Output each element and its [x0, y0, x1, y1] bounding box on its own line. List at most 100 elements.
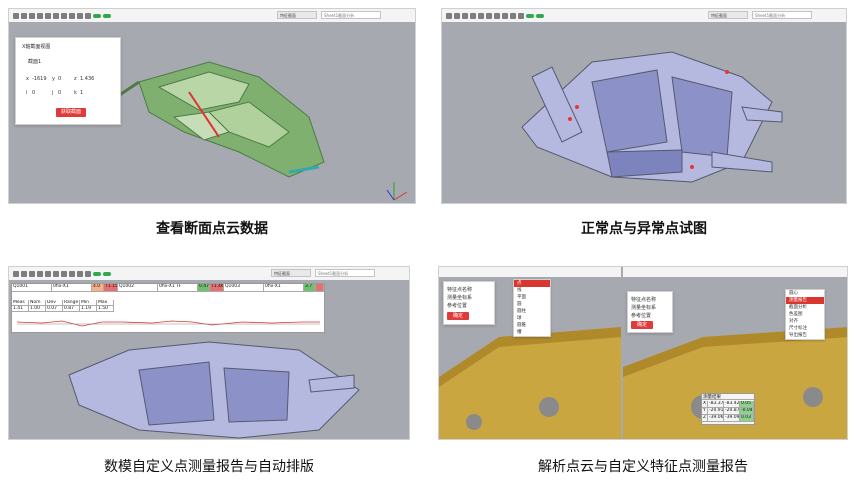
redo-icon[interactable]	[37, 12, 43, 19]
menu-item[interactable]: 色差图	[786, 311, 824, 318]
toolbar: 特征截面 Sheet1截面分析	[9, 267, 409, 281]
group-status: 4.0	[92, 284, 104, 292]
status-indicator	[526, 13, 534, 18]
value-cell: 1.50	[97, 306, 114, 312]
z-field[interactable]: 1.436	[80, 76, 94, 82]
search-input[interactable]: Sheet1截面分析	[315, 269, 375, 277]
value-cell: 1.19	[80, 306, 97, 312]
dialog-title: X轴截面视图	[22, 44, 51, 50]
toolbar: 特征截面 Sheet1截面分析	[9, 9, 415, 23]
dialog-item: 测量坐标系	[631, 305, 657, 311]
zoom-icon[interactable]	[486, 12, 492, 19]
section-icon[interactable]	[69, 270, 75, 277]
measure-icon[interactable]	[61, 12, 67, 19]
field-label: j	[52, 90, 54, 96]
settings-icon[interactable]	[518, 12, 524, 19]
result-cell: -39.09	[724, 415, 740, 422]
menu-item[interactable]: 截面分析	[786, 304, 824, 311]
search-input[interactable]: Sheet1截面分析	[321, 11, 381, 19]
report-icon[interactable]	[510, 12, 516, 19]
group-flag: T1.46	[210, 284, 224, 292]
menu-item[interactable]: 测量报告	[786, 297, 824, 304]
feature-dialog-right: 特征点名称 测量坐标系 参考位置 确定	[627, 291, 673, 333]
menu-item[interactable]: 尺寸标注	[786, 325, 824, 332]
zoom-icon[interactable]	[53, 12, 59, 19]
undo-icon[interactable]	[29, 12, 35, 19]
report-table: Q1001 0fix-X1 4.0 T1.15 Q1002 0fix-X1 TF…	[11, 283, 325, 333]
rotate-icon[interactable]	[45, 12, 51, 19]
i-field[interactable]: 0	[32, 90, 35, 96]
hole-feature	[803, 387, 823, 407]
menu-item[interactable]: 圆	[514, 301, 550, 308]
rotate-icon[interactable]	[45, 270, 51, 277]
caption-1: 查看断面点云数据	[156, 221, 268, 237]
undo-icon[interactable]	[462, 12, 468, 19]
j-field[interactable]: 0	[58, 90, 61, 96]
dialog-item: 参考位置	[631, 313, 652, 319]
result-cell: -39.06	[708, 415, 724, 422]
settings-icon[interactable]	[85, 270, 91, 277]
k-field[interactable]: 1	[80, 90, 83, 96]
result-cell: -83.37	[708, 401, 724, 408]
menu-item[interactable]: 平面	[514, 294, 550, 301]
redo-icon[interactable]	[37, 270, 43, 277]
open-icon[interactable]	[13, 270, 19, 277]
field-label: k	[74, 90, 77, 96]
hole-feature	[539, 397, 559, 417]
menu-item[interactable]: 线	[514, 287, 550, 294]
y-field[interactable]: 0	[58, 76, 61, 82]
caption-4: 解析点云与自定义特征点测量报告	[538, 459, 748, 475]
menu-item[interactable]: 圆柱	[514, 308, 550, 315]
viewport[interactable]	[442, 22, 847, 204]
menu-item[interactable]: 点	[514, 280, 550, 287]
group-sub: 0fix-X1 TF	[158, 284, 198, 292]
value-cell: 0.87	[63, 306, 80, 312]
report-icon[interactable]	[77, 270, 83, 277]
field-label: i	[26, 90, 28, 96]
feature-tag[interactable]: 特征截面	[271, 269, 311, 277]
menu-item[interactable]: 槽	[514, 329, 550, 336]
caption-2: 正常点与异常点试图	[581, 221, 707, 237]
feature-menu-left: 点 线 平面 圆 圆柱 球 圆锥 槽	[513, 279, 551, 337]
open-icon[interactable]	[13, 12, 19, 19]
get-section-button[interactable]: 获取截面	[56, 108, 86, 117]
result-cell: 0.05	[740, 401, 754, 408]
menu-item[interactable]: 圆心	[786, 290, 824, 297]
dialog-item: 特征点名称	[447, 287, 473, 293]
value-cell: 0.07	[46, 306, 63, 312]
menu-item[interactable]: 导出报告	[786, 332, 824, 339]
result-cell: -0.04	[740, 408, 754, 415]
measure-icon[interactable]	[61, 270, 67, 277]
save-icon[interactable]	[454, 12, 460, 19]
section-icon[interactable]	[502, 12, 508, 19]
confirm-button[interactable]: 确定	[631, 321, 653, 329]
open-icon[interactable]	[446, 12, 452, 19]
result-cell: 0.03	[740, 415, 754, 422]
rotate-icon[interactable]	[478, 12, 484, 19]
result-box: 测量结果 X -83.37 -83.42 0.05 Y -20.91 -20.8…	[701, 393, 755, 425]
confirm-button[interactable]: 确定	[447, 312, 469, 320]
field-label: z	[74, 76, 77, 82]
settings-icon[interactable]	[85, 12, 91, 19]
undo-icon[interactable]	[29, 270, 35, 277]
dialog-item: 特征点名称	[631, 297, 657, 303]
x-field[interactable]: -1619	[32, 76, 47, 82]
feature-dialog-left: 特征点名称 测量坐标系 参考位置 确定	[443, 281, 495, 325]
zoom-icon[interactable]	[53, 270, 59, 277]
field-label: y	[52, 76, 55, 82]
menu-item[interactable]: 球	[514, 315, 550, 322]
feature-tag[interactable]: 特征截面	[277, 11, 317, 19]
group-id: Q1001	[12, 284, 52, 292]
caption-3: 数模自定义点测量报告与自动排版	[104, 459, 314, 475]
section-icon[interactable]	[69, 12, 75, 19]
menu-item[interactable]: 圆锥	[514, 322, 550, 329]
search-input[interactable]: Sheet1截面分析	[752, 11, 812, 19]
menu-item[interactable]: 对齐	[786, 318, 824, 325]
redo-icon[interactable]	[470, 12, 476, 19]
status-indicator	[103, 13, 111, 18]
feature-tag[interactable]: 特征截面	[708, 11, 748, 19]
report-icon[interactable]	[77, 12, 83, 19]
measure-icon[interactable]	[494, 12, 500, 19]
save-icon[interactable]	[21, 12, 27, 19]
save-icon[interactable]	[21, 270, 27, 277]
